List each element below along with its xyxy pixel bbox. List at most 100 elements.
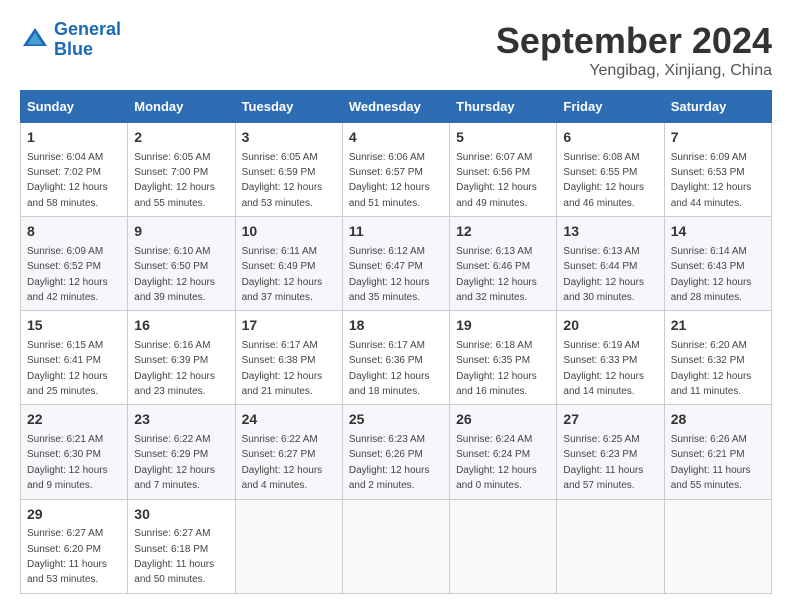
logo-line2: Blue [54,39,93,59]
day-number: 5 [456,128,550,148]
day-number: 4 [349,128,443,148]
page-header: General Blue September 2024 Yengibag, Xi… [20,20,772,80]
calendar-day-cell: 14 Sunrise: 6:14 AMSunset: 6:43 PMDayligh… [664,217,771,311]
day-number: 15 [27,316,121,336]
calendar-day-cell: 21 Sunrise: 6:20 AMSunset: 6:32 PMDayligh… [664,311,771,405]
day-number: 16 [134,316,228,336]
calendar-day-cell [235,499,342,593]
day-number: 17 [242,316,336,336]
calendar-day-cell: 2 Sunrise: 6:05 AMSunset: 7:00 PMDaylight… [128,123,235,217]
day-info: Sunrise: 6:14 AMSunset: 6:43 PMDaylight:… [671,246,752,303]
day-info: Sunrise: 6:05 AMSunset: 7:00 PMDaylight:… [134,152,215,209]
month-title: September 2024 [496,20,772,62]
day-number: 30 [134,505,228,525]
logo: General Blue [20,20,121,60]
calendar-day-cell: 30Sunrise: 6:27 AMSunset: 6:18 PMDayligh… [128,499,235,593]
weekday-header-thursday: Thursday [450,91,557,123]
day-number: 29 [27,505,121,525]
day-number: 25 [349,410,443,430]
day-number: 20 [563,316,657,336]
day-number: 6 [563,128,657,148]
day-number: 18 [349,316,443,336]
day-info: Sunrise: 6:08 AMSunset: 6:55 PMDaylight:… [563,152,644,209]
calendar-day-cell: 20 Sunrise: 6:19 AMSunset: 6:33 PMDayligh… [557,311,664,405]
calendar-day-cell: 29 Sunrise: 6:27 AMSunset: 6:20 PMDayligh… [21,499,128,593]
day-info: Sunrise: 6:07 AMSunset: 6:56 PMDaylight:… [456,152,537,209]
day-number: 14 [671,222,765,242]
location-title: Yengibag, Xinjiang, China [496,62,772,80]
day-info: Sunrise: 6:19 AMSunset: 6:33 PMDaylight:… [563,340,644,397]
calendar-day-cell: 12 Sunrise: 6:13 AMSunset: 6:46 PMDayligh… [450,217,557,311]
calendar-day-cell [557,499,664,593]
calendar-day-cell: 5 Sunrise: 6:07 AMSunset: 6:56 PMDaylight… [450,123,557,217]
day-number: 28 [671,410,765,430]
calendar-day-cell [664,499,771,593]
calendar-week-row: 22 Sunrise: 6:21 AMSunset: 6:30 PMDayligh… [21,405,772,499]
calendar-week-row: 15 Sunrise: 6:15 AMSunset: 6:41 PMDayligh… [21,311,772,405]
day-info: Sunrise: 6:18 AMSunset: 6:35 PMDaylight:… [456,340,537,397]
calendar-week-row: 8 Sunrise: 6:09 AMSunset: 6:52 PMDaylight… [21,217,772,311]
day-info: Sunrise: 6:21 AMSunset: 6:30 PMDaylight:… [27,434,108,491]
day-number: 22 [27,410,121,430]
day-info: Sunrise: 6:27 AMSunset: 6:20 PMDaylight:… [27,528,107,585]
calendar-day-cell: 16Sunrise: 6:16 AMSunset: 6:39 PMDayligh… [128,311,235,405]
day-info: Sunrise: 6:22 AMSunset: 6:29 PMDaylight:… [134,434,215,491]
weekday-header-saturday: Saturday [664,91,771,123]
day-number: 7 [671,128,765,148]
calendar-day-cell [342,499,449,593]
calendar-day-cell: 11Sunrise: 6:12 AMSunset: 6:47 PMDayligh… [342,217,449,311]
day-info: Sunrise: 6:26 AMSunset: 6:21 PMDaylight:… [671,434,751,491]
calendar-week-row: 29 Sunrise: 6:27 AMSunset: 6:20 PMDayligh… [21,499,772,593]
calendar-day-cell: 4Sunrise: 6:06 AMSunset: 6:57 PMDaylight… [342,123,449,217]
weekday-header-tuesday: Tuesday [235,91,342,123]
day-info: Sunrise: 6:09 AMSunset: 6:53 PMDaylight:… [671,152,752,209]
calendar-week-row: 1Sunrise: 6:04 AMSunset: 7:02 PMDaylight… [21,123,772,217]
logo-icon [20,25,50,55]
day-info: Sunrise: 6:13 AMSunset: 6:46 PMDaylight:… [456,246,537,303]
calendar-day-cell: 1Sunrise: 6:04 AMSunset: 7:02 PMDaylight… [21,123,128,217]
calendar-day-cell: 10Sunrise: 6:11 AMSunset: 6:49 PMDayligh… [235,217,342,311]
title-section: September 2024 Yengibag, Xinjiang, China [496,20,772,80]
calendar-day-cell: 18 Sunrise: 6:17 AMSunset: 6:36 PMDayligh… [342,311,449,405]
weekday-header-monday: Monday [128,91,235,123]
day-number: 2 [134,128,228,148]
day-number: 23 [134,410,228,430]
calendar-day-cell: 7 Sunrise: 6:09 AMSunset: 6:53 PMDaylight… [664,123,771,217]
calendar-day-cell: 23 Sunrise: 6:22 AMSunset: 6:29 PMDayligh… [128,405,235,499]
day-info: Sunrise: 6:23 AMSunset: 6:26 PMDaylight:… [349,434,430,491]
day-info: Sunrise: 6:22 AMSunset: 6:27 PMDaylight:… [242,434,323,491]
weekday-header-friday: Friday [557,91,664,123]
day-number: 11 [349,222,443,242]
logo-text: General Blue [54,20,121,60]
day-number: 8 [27,222,121,242]
logo-line1: General [54,19,121,39]
day-number: 19 [456,316,550,336]
calendar-day-cell: 13 Sunrise: 6:13 AMSunset: 6:44 PMDayligh… [557,217,664,311]
day-info: Sunrise: 6:10 AMSunset: 6:50 PMDaylight:… [134,246,215,303]
day-info: Sunrise: 6:17 AMSunset: 6:36 PMDaylight:… [349,340,430,397]
day-info: Sunrise: 6:15 AMSunset: 6:41 PMDaylight:… [27,340,108,397]
day-number: 10 [242,222,336,242]
calendar-day-cell: 9Sunrise: 6:10 AMSunset: 6:50 PMDaylight… [128,217,235,311]
day-number: 13 [563,222,657,242]
day-number: 3 [242,128,336,148]
day-number: 27 [563,410,657,430]
day-info: Sunrise: 6:24 AMSunset: 6:24 PMDaylight:… [456,434,537,491]
day-number: 1 [27,128,121,148]
day-number: 24 [242,410,336,430]
calendar-day-cell: 24 Sunrise: 6:22 AMSunset: 6:27 PMDayligh… [235,405,342,499]
calendar-day-cell: 19 Sunrise: 6:18 AMSunset: 6:35 PMDayligh… [450,311,557,405]
day-number: 12 [456,222,550,242]
calendar-day-cell: 17Sunrise: 6:17 AMSunset: 6:38 PMDayligh… [235,311,342,405]
calendar-day-cell: 27 Sunrise: 6:25 AMSunset: 6:23 PMDayligh… [557,405,664,499]
day-number: 21 [671,316,765,336]
day-number: 26 [456,410,550,430]
day-info: Sunrise: 6:09 AMSunset: 6:52 PMDaylight:… [27,246,108,303]
weekday-header-sunday: Sunday [21,91,128,123]
day-info: Sunrise: 6:13 AMSunset: 6:44 PMDaylight:… [563,246,644,303]
calendar-day-cell: 6 Sunrise: 6:08 AMSunset: 6:55 PMDaylight… [557,123,664,217]
day-info: Sunrise: 6:20 AMSunset: 6:32 PMDaylight:… [671,340,752,397]
day-info: Sunrise: 6:05 AMSunset: 6:59 PMDaylight:… [242,152,323,209]
day-info: Sunrise: 6:25 AMSunset: 6:23 PMDaylight:… [563,434,643,491]
calendar-day-cell: 22 Sunrise: 6:21 AMSunset: 6:30 PMDayligh… [21,405,128,499]
